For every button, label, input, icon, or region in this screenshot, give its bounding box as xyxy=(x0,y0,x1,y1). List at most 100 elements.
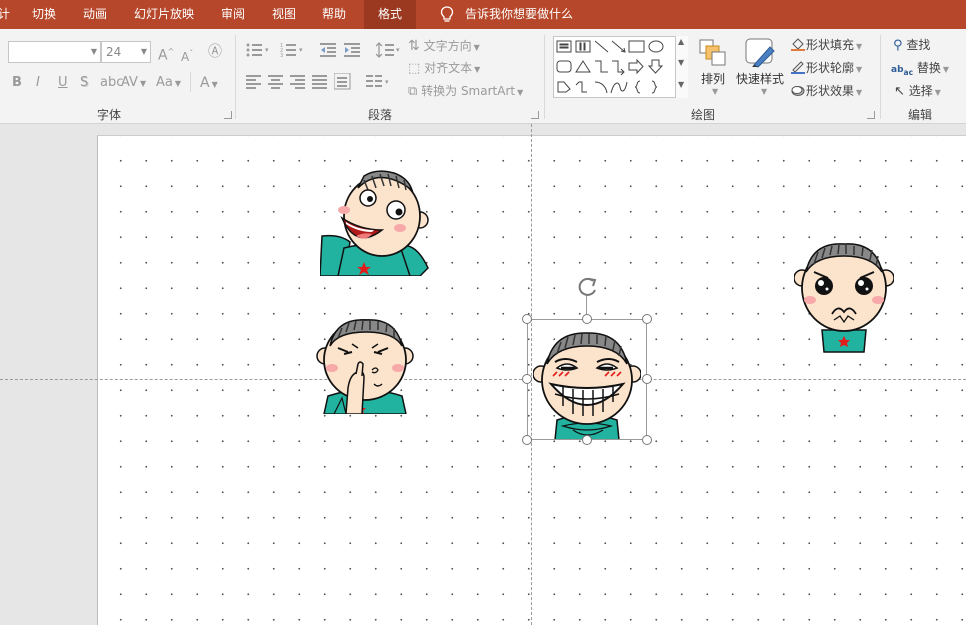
font-group-label: 字体 xyxy=(97,108,122,122)
lightbulb-icon xyxy=(440,6,454,22)
resize-handle-tl[interactable] xyxy=(522,314,532,324)
triangle-shape-icon xyxy=(575,60,591,73)
distributed-icon[interactable] xyxy=(334,73,352,91)
clear-format-icon[interactable]: Ⓐ xyxy=(208,43,222,61)
resize-handle-bl[interactable] xyxy=(522,435,532,445)
underline-button[interactable]: U xyxy=(58,74,68,92)
numbering-icon[interactable]: 123 ▾ xyxy=(280,42,306,58)
chevron-down-icon[interactable]: ▼ xyxy=(678,58,684,67)
svg-text:▾: ▾ xyxy=(265,46,269,54)
align-text-button[interactable]: ⬚ 对齐文本 ▼ xyxy=(408,59,480,79)
arrow-shape-icon xyxy=(611,40,626,53)
tab-format[interactable]: 格式 xyxy=(364,0,417,29)
group-separator xyxy=(235,35,236,119)
selection-box xyxy=(527,319,647,440)
chevron-down-icon: ▼ xyxy=(90,47,97,56)
paragraph-dialog-launcher-icon[interactable] xyxy=(531,111,539,119)
sticker-nose-picking-boy[interactable] xyxy=(316,318,414,414)
shape-effects-button[interactable]: 形状效果 ▼ xyxy=(790,82,862,102)
shadow-button[interactable]: S xyxy=(80,74,88,92)
right-arrow-shape-icon xyxy=(628,58,644,75)
tell-me-search[interactable]: 告诉我你想要做什么 xyxy=(465,0,573,29)
chevron-down-icon: ▼ xyxy=(140,47,147,56)
align-right-icon[interactable] xyxy=(290,74,306,90)
resize-handle-t[interactable] xyxy=(582,314,592,324)
tab-help[interactable]: 帮助 xyxy=(322,0,346,29)
font-color-label: A xyxy=(200,75,210,91)
select-button[interactable]: ↖ 选择 ▼ xyxy=(894,82,941,102)
arrange-icon xyxy=(699,39,726,66)
drawing-dialog-launcher-icon[interactable] xyxy=(867,111,875,119)
oval-shape-icon xyxy=(648,40,664,53)
increase-indent-icon[interactable] xyxy=(344,42,362,58)
text-direction-label: 文字方向 xyxy=(423,39,472,53)
resize-handle-tr[interactable] xyxy=(642,314,652,324)
convert-smartart-label: 转换为 SmartArt xyxy=(421,84,516,98)
font-size-combo[interactable]: 24 ▼ xyxy=(101,41,151,63)
text-direction-button[interactable]: ⇅ 文字方向 ▼ xyxy=(408,37,480,57)
align-center-icon[interactable] xyxy=(268,74,284,90)
align-left-icon[interactable] xyxy=(246,74,262,90)
sticker-sad-boy[interactable] xyxy=(794,242,894,354)
resize-handle-b[interactable] xyxy=(582,435,592,445)
resize-handle-r[interactable] xyxy=(642,374,652,384)
decrease-indent-icon[interactable] xyxy=(320,42,338,58)
quick-styles-button[interactable]: 快速样式 xyxy=(736,70,784,87)
shapes-gallery-icons xyxy=(556,40,664,94)
replace-button[interactable]: abac 替换 ▼ xyxy=(891,59,949,82)
shrink-font-label: A xyxy=(181,50,190,64)
line-shape-icon xyxy=(594,40,609,53)
justify-icon[interactable] xyxy=(312,74,328,90)
horizontal-guide[interactable] xyxy=(0,379,966,380)
tab-animations[interactable]: 动画 xyxy=(83,0,107,29)
italic-button[interactable]: I xyxy=(36,74,40,92)
tab-review[interactable]: 审阅 xyxy=(221,0,245,29)
font-color-button[interactable]: A ▼ xyxy=(200,74,218,94)
effects-icon xyxy=(791,86,805,96)
line-spacing-icon[interactable]: ▾ xyxy=(376,41,402,59)
shapes-gallery-scroll[interactable]: ▲ ▼ ▼ xyxy=(675,36,688,98)
strikethrough-icon[interactable]: abc xyxy=(100,74,123,92)
align-text-label: 对齐文本 xyxy=(424,61,473,75)
change-case-button[interactable]: Aa ▼ xyxy=(156,74,181,93)
rounded-rect-shape-icon xyxy=(556,60,572,73)
shape-fill-button[interactable]: 形状填充 ▼ xyxy=(790,36,862,56)
shape-fill-label: 形状填充 xyxy=(806,38,855,52)
change-case-label: Aa xyxy=(156,75,173,90)
group-separator xyxy=(880,35,881,119)
paint-bucket-icon xyxy=(791,38,805,51)
tab-design-partial[interactable]: 计 xyxy=(0,0,10,29)
chevron-up-icon[interactable]: ▲ xyxy=(678,37,684,46)
arc-shape-icon xyxy=(594,81,608,94)
font-name-combo[interactable]: ▼ xyxy=(8,41,101,63)
smartart-icon: ⧉ xyxy=(408,84,418,99)
convert-smartart-button[interactable]: ⧉ 转换为 SmartArt ▼ xyxy=(408,82,523,102)
quick-styles-icon xyxy=(745,38,775,68)
find-button[interactable]: ⚲ 查找 xyxy=(893,36,930,55)
shape-outline-button[interactable]: 形状轮廓 ▼ xyxy=(790,59,862,79)
drawing-group-label: 绘图 xyxy=(691,108,716,122)
rotation-stem xyxy=(586,296,587,314)
font-dialog-launcher-icon[interactable] xyxy=(224,111,232,119)
svg-text:3: 3 xyxy=(280,53,283,58)
bullets-icon[interactable]: ▾ xyxy=(246,42,270,58)
sticker-laughing-boy[interactable] xyxy=(320,168,430,276)
shrink-font-button[interactable]: Aˇ xyxy=(181,45,193,66)
shapes-gallery[interactable] xyxy=(553,36,688,98)
tab-transitions[interactable]: 切换 xyxy=(32,0,56,29)
tab-slideshow[interactable]: 幻灯片放映 xyxy=(134,0,194,29)
rotate-icon[interactable] xyxy=(577,276,599,298)
replace-icon: abac xyxy=(891,65,914,77)
grow-font-label: A xyxy=(158,47,168,64)
columns-icon[interactable]: ▾ xyxy=(366,74,392,90)
more-icon[interactable]: ▼ xyxy=(678,80,684,89)
ribbon: ▼ 24 ▼ A^ Aˇ Ⓐ B I U S abc AV ▼ Aa ▼ A ▼ 字体… xyxy=(0,29,966,124)
tab-view[interactable]: 视图 xyxy=(272,0,296,29)
arrange-button[interactable]: 排列 xyxy=(701,70,725,87)
grow-font-button[interactable]: A^ xyxy=(158,43,174,65)
bold-button[interactable]: B xyxy=(12,74,22,92)
resize-handle-l[interactable] xyxy=(522,374,532,384)
resize-handle-br[interactable] xyxy=(642,435,652,445)
char-spacing-button[interactable]: AV ▼ xyxy=(121,74,146,93)
down-arrow-shape-icon xyxy=(647,59,664,74)
